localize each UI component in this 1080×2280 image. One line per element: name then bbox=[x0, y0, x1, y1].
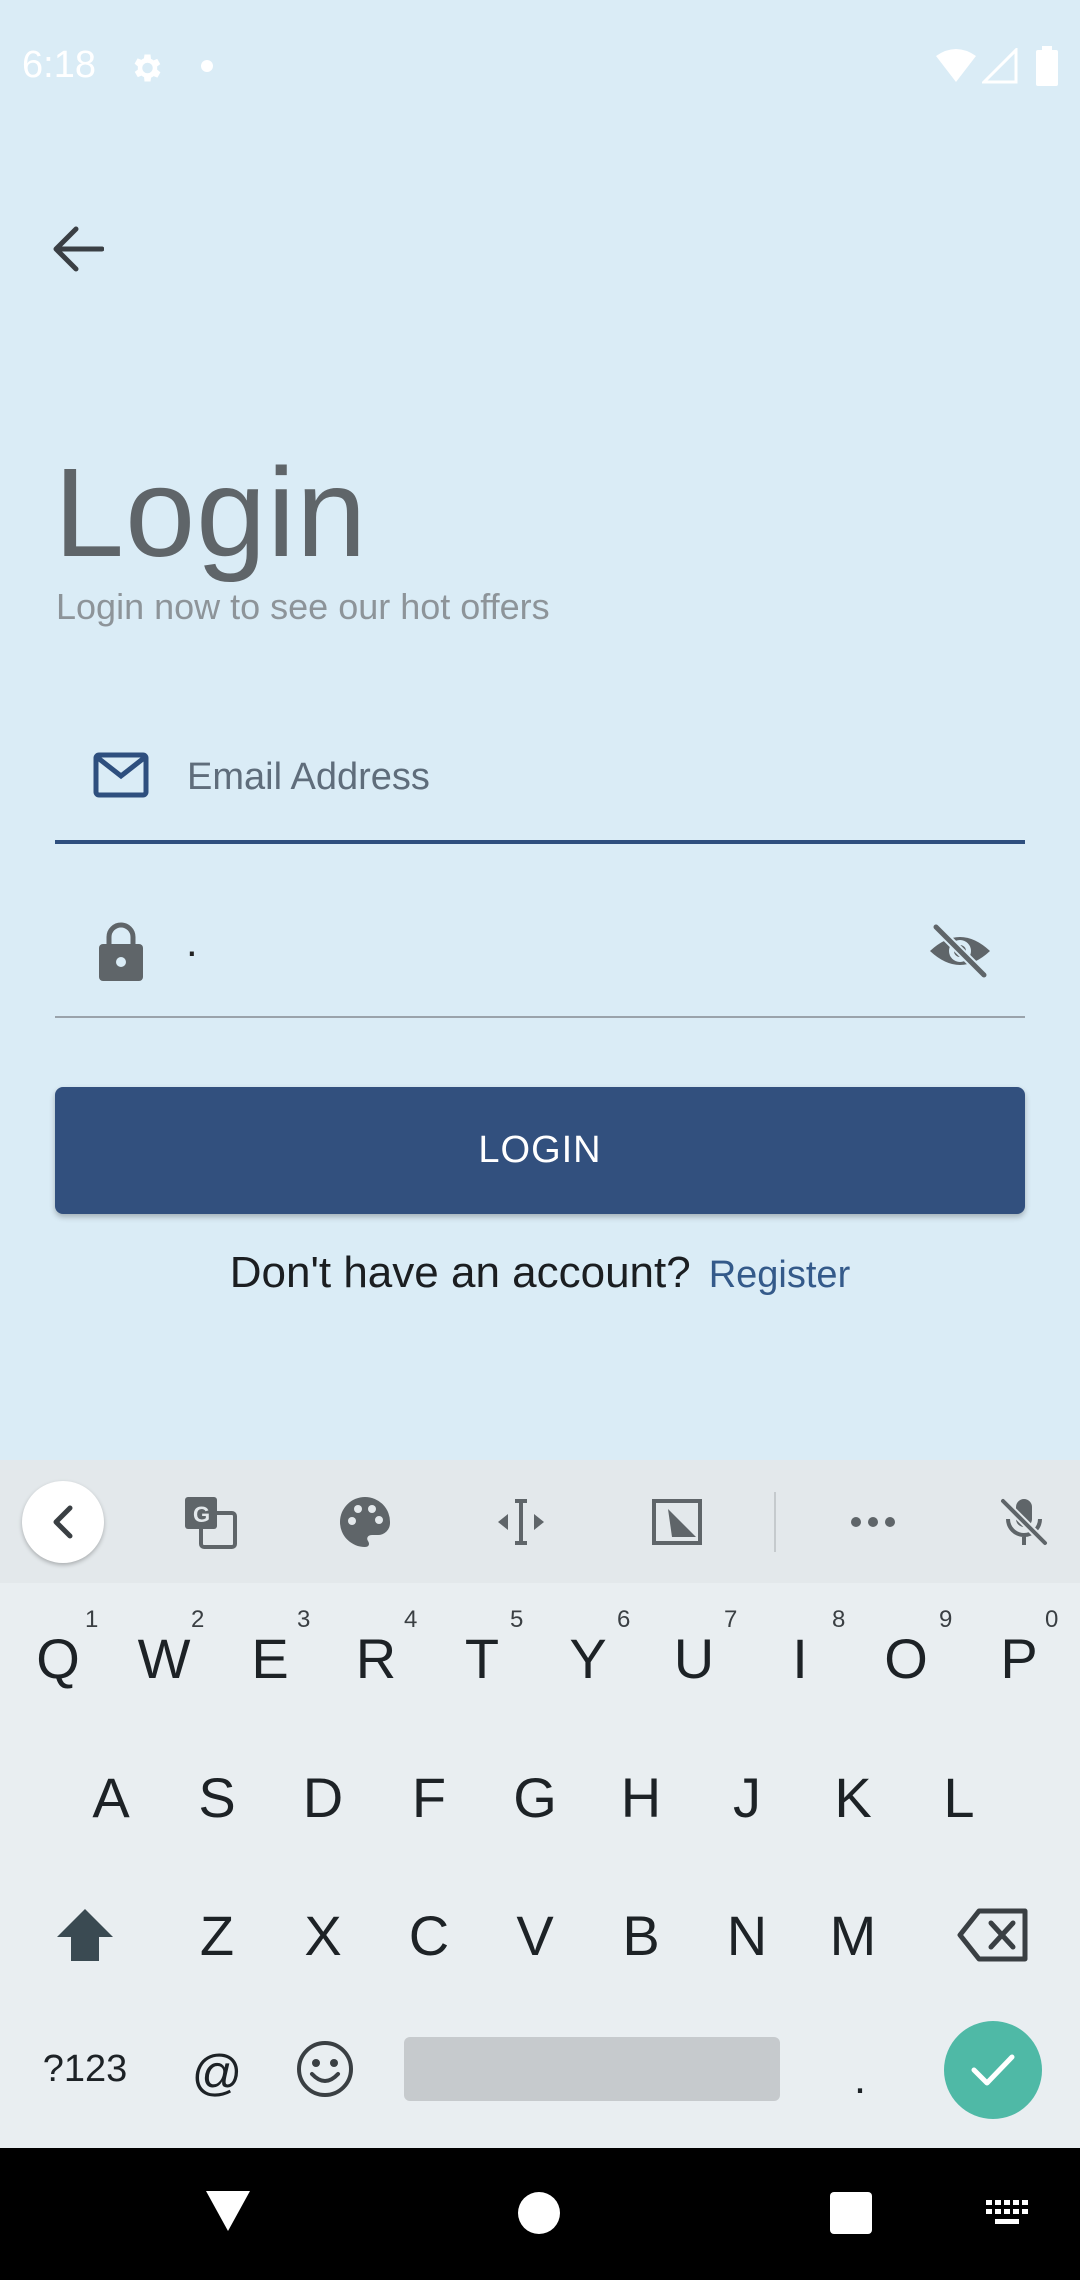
nav-home-button[interactable] bbox=[518, 2192, 560, 2234]
key-a[interactable]: A bbox=[66, 1742, 156, 1852]
lock-icon bbox=[98, 920, 144, 982]
password-field[interactable] bbox=[55, 890, 1025, 1016]
cursor-control-button[interactable] bbox=[489, 1490, 553, 1554]
more-options-button[interactable] bbox=[841, 1490, 905, 1554]
visibility-off-icon bbox=[930, 923, 990, 979]
key-j[interactable]: J bbox=[702, 1742, 792, 1852]
key-d[interactable]: D bbox=[278, 1742, 368, 1852]
text-cursor-icon bbox=[498, 1499, 544, 1545]
resize-icon bbox=[652, 1499, 702, 1545]
keyboard-icon bbox=[986, 2200, 1028, 2224]
register-link[interactable]: Register bbox=[709, 1254, 851, 1296]
page-subtitle: Login now to see our hot offers bbox=[56, 586, 550, 627]
key-hint-3: 3 bbox=[297, 1606, 311, 1633]
key-n[interactable]: N bbox=[702, 1880, 792, 1990]
back-button[interactable] bbox=[44, 215, 112, 283]
notification-dot-icon bbox=[201, 60, 213, 72]
mic-off-icon bbox=[1000, 1498, 1048, 1546]
palette-icon bbox=[339, 1497, 391, 1547]
backspace-key[interactable] bbox=[948, 1880, 1038, 1990]
battery-icon bbox=[1036, 46, 1058, 86]
triangle-back-icon bbox=[206, 2191, 250, 2231]
wifi-icon bbox=[936, 48, 976, 84]
enter-key[interactable] bbox=[944, 2021, 1042, 2119]
key-s[interactable]: S bbox=[172, 1742, 262, 1852]
status-time: 6:18 bbox=[22, 44, 96, 86]
key-hint-7: 7 bbox=[724, 1606, 738, 1633]
settings-icon bbox=[128, 50, 164, 86]
email-placeholder: Email Address bbox=[187, 756, 430, 798]
emoji-key[interactable] bbox=[280, 2014, 370, 2124]
email-field-underline bbox=[55, 840, 1025, 844]
toolbar-divider bbox=[774, 1492, 776, 1552]
translate-button[interactable]: G bbox=[178, 1490, 242, 1554]
key-hint-9: 9 bbox=[939, 1606, 953, 1633]
symbols-key[interactable]: ?123 bbox=[30, 2014, 140, 2124]
at-key[interactable]: @ bbox=[172, 2018, 262, 2128]
key-k[interactable]: K bbox=[808, 1742, 898, 1852]
translate-icon: G bbox=[185, 1497, 237, 1549]
key-c[interactable]: C bbox=[384, 1880, 474, 1990]
key-hint-8: 8 bbox=[832, 1606, 846, 1633]
space-key[interactable] bbox=[404, 2037, 780, 2101]
chevron-left-icon bbox=[53, 1505, 73, 1539]
nav-recents-button[interactable] bbox=[830, 2192, 872, 2234]
svg-text:G: G bbox=[193, 1502, 210, 1527]
key-h[interactable]: H bbox=[596, 1742, 686, 1852]
nav-back-button[interactable] bbox=[204, 2189, 252, 2233]
password-field-underline bbox=[55, 1016, 1025, 1018]
register-row: Don't have an account? Register bbox=[0, 1248, 1080, 1298]
key-o[interactable]: O bbox=[861, 1603, 951, 1713]
voice-input-button[interactable] bbox=[992, 1490, 1056, 1554]
key-hint-2: 2 bbox=[191, 1606, 205, 1633]
key-v[interactable]: V bbox=[490, 1880, 580, 1990]
shift-key[interactable] bbox=[40, 1880, 130, 1990]
check-icon bbox=[971, 2054, 1015, 2086]
login-button[interactable]: LOGIN bbox=[55, 1087, 1025, 1214]
key-hint-0: 0 bbox=[1045, 1606, 1059, 1633]
key-hint-5: 5 bbox=[510, 1606, 524, 1633]
arrow-back-icon bbox=[53, 226, 104, 272]
email-icon bbox=[93, 752, 149, 798]
period-key[interactable]: . bbox=[815, 2024, 905, 2134]
more-horizontal-icon bbox=[851, 1517, 895, 1527]
one-handed-mode-button[interactable] bbox=[645, 1490, 709, 1554]
key-l[interactable]: L bbox=[914, 1742, 1004, 1852]
key-f[interactable]: F bbox=[384, 1742, 474, 1852]
key-hint-1: 1 bbox=[85, 1606, 99, 1633]
password-value: . bbox=[186, 918, 198, 965]
keyboard-collapse-button[interactable] bbox=[22, 1481, 104, 1563]
key-m[interactable]: M bbox=[808, 1880, 898, 1990]
key-hint-6: 6 bbox=[617, 1606, 631, 1633]
key-z[interactable]: Z bbox=[172, 1880, 262, 1990]
key-b[interactable]: B bbox=[596, 1880, 686, 1990]
no-account-text: Don't have an account? bbox=[229, 1248, 691, 1297]
shift-icon bbox=[57, 1909, 113, 1961]
keyboard-switcher-button[interactable] bbox=[986, 2200, 1030, 2228]
theme-button[interactable] bbox=[333, 1490, 397, 1554]
page-title: Login bbox=[54, 442, 368, 583]
cellular-signal-icon bbox=[980, 46, 1018, 84]
emoji-icon bbox=[297, 2041, 353, 2097]
toggle-password-visibility-button[interactable] bbox=[928, 921, 992, 981]
backspace-icon bbox=[957, 1908, 1028, 1962]
key-hint-4: 4 bbox=[404, 1606, 418, 1633]
key-g[interactable]: G bbox=[490, 1742, 580, 1852]
key-x[interactable]: X bbox=[278, 1880, 368, 1990]
